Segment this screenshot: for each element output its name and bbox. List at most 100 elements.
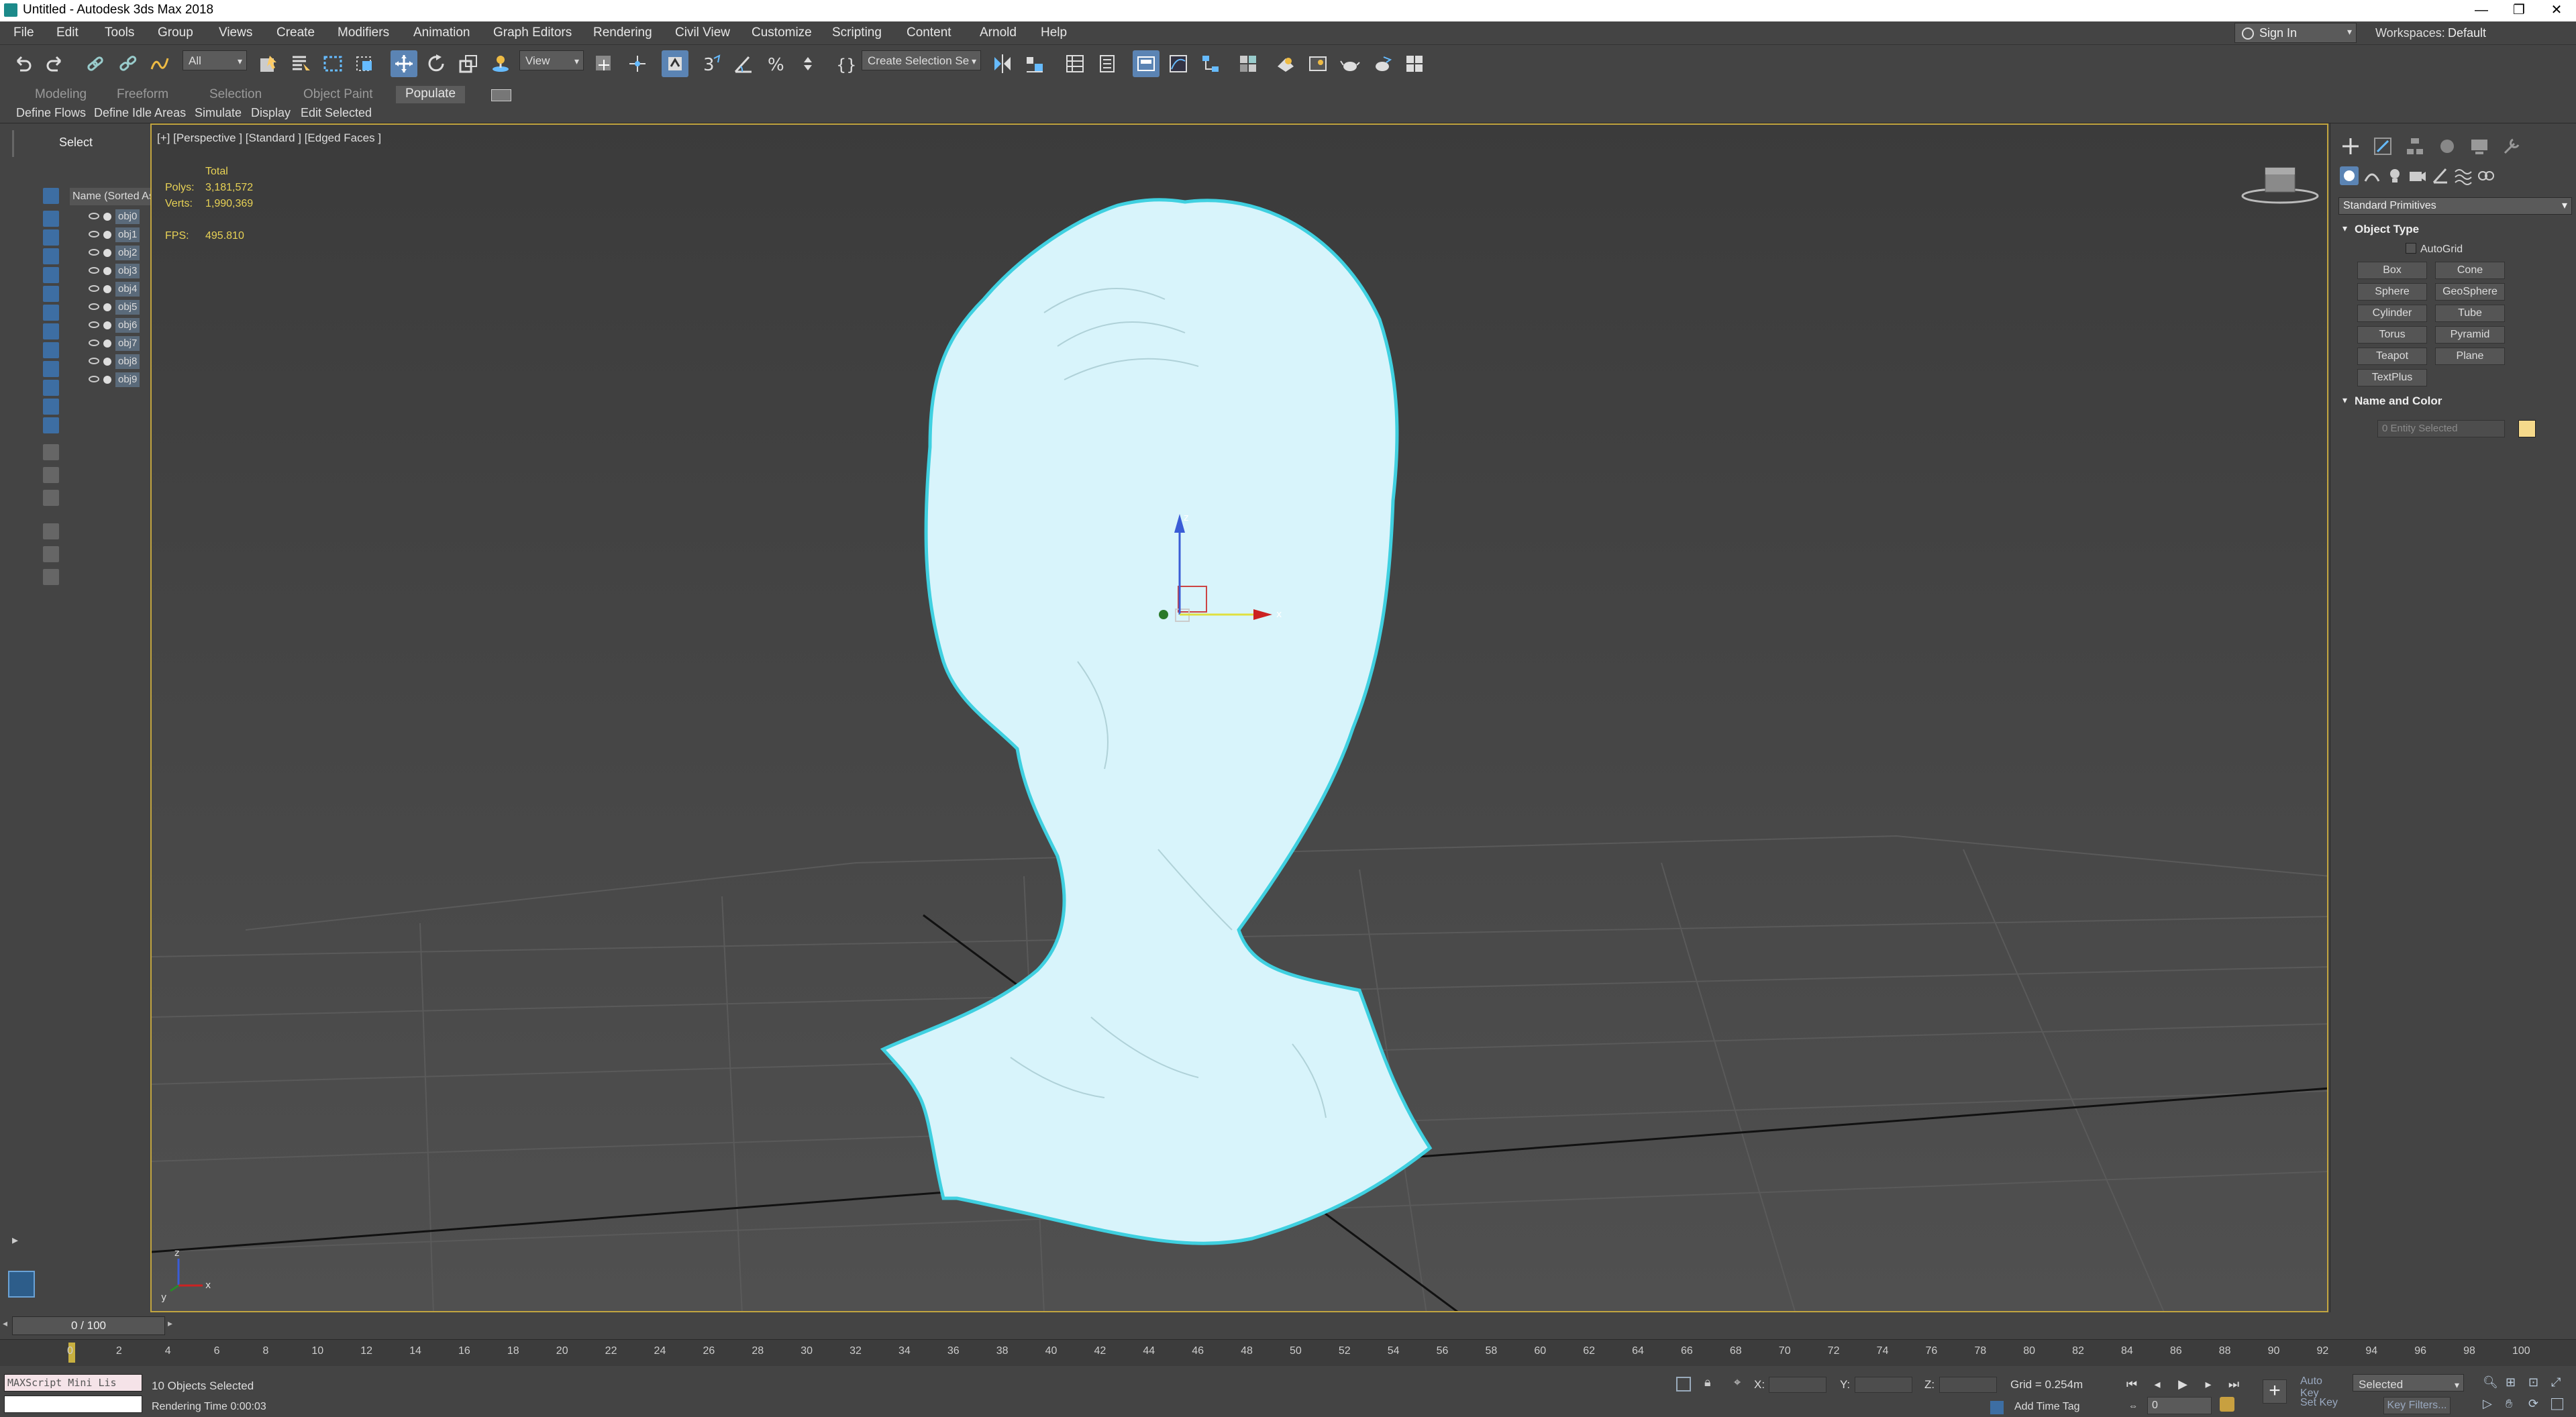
a360-gallery-button[interactable] <box>1401 50 1428 77</box>
filter-funnel-icon[interactable] <box>43 546 59 562</box>
containers-filter-icon[interactable] <box>43 380 59 396</box>
spinner-snap-button[interactable] <box>794 50 821 77</box>
next-frame-button[interactable]: ▸ <box>2200 1375 2217 1393</box>
x-coordinate-field[interactable] <box>1769 1377 1826 1393</box>
visibility-eye-icon[interactable] <box>89 358 99 364</box>
go-to-end-button[interactable]: ⏭ <box>2225 1375 2243 1393</box>
lights-filter-icon[interactable] <box>43 248 59 264</box>
selection-filter-dropdown[interactable]: All <box>183 50 247 71</box>
menu-views[interactable]: Views <box>219 25 252 40</box>
shapes-icon[interactable] <box>2363 166 2381 185</box>
lights-icon[interactable] <box>2385 166 2404 185</box>
visibility-eye-icon[interactable] <box>89 213 99 219</box>
primitive-category-dropdown[interactable]: Standard Primitives <box>2338 197 2572 215</box>
geosphere-button[interactable]: GeoSphere <box>2435 283 2505 301</box>
reference-coordinate-dropdown[interactable]: View <box>519 50 584 71</box>
unlink-button[interactable] <box>114 50 141 77</box>
render-setup-button[interactable] <box>1272 50 1299 77</box>
menu-tools[interactable]: Tools <box>105 25 134 40</box>
visibility-eye-icon[interactable] <box>89 321 99 328</box>
modify-tab-icon[interactable] <box>2372 136 2393 157</box>
menu-civil-view[interactable]: Civil View <box>675 25 730 40</box>
toggle-ribbon-button[interactable] <box>1133 50 1160 77</box>
key-mode-icon[interactable] <box>2220 1397 2234 1412</box>
textplus-button[interactable]: TextPlus <box>2357 369 2427 386</box>
visibility-eye-icon[interactable] <box>89 376 99 382</box>
simulate-button[interactable]: Simulate <box>195 106 242 120</box>
pyramid-button[interactable]: Pyramid <box>2435 326 2505 344</box>
menu-group[interactable]: Group <box>158 25 193 40</box>
zoom-extents-all-icon[interactable]: ⤢ <box>2551 1375 2561 1389</box>
select-object-button[interactable] <box>255 50 282 77</box>
play-button[interactable]: ▶ <box>2174 1375 2192 1393</box>
restore-button[interactable]: ❐ <box>2500 0 2538 21</box>
key-mode-dropdown[interactable]: Selected <box>2353 1374 2464 1395</box>
cylinder-button[interactable]: Cylinder <box>2357 305 2427 322</box>
previous-frame-button[interactable]: ◂ <box>2149 1375 2166 1393</box>
percent-snap-button[interactable]: % <box>762 50 789 77</box>
visibility-eye-icon[interactable] <box>89 249 99 256</box>
teapot-button[interactable]: Teapot <box>2357 348 2427 365</box>
groups-filter-icon[interactable] <box>43 323 59 339</box>
auto-key-button[interactable]: Auto Key <box>2300 1375 2343 1399</box>
material-editor-button[interactable] <box>1235 50 1261 77</box>
viewcube[interactable] <box>2240 162 2320 209</box>
set-key-button[interactable]: Set Key <box>2300 1397 2343 1414</box>
menu-scripting[interactable]: Scripting <box>832 25 882 40</box>
set-key-plus-icon[interactable]: + <box>2263 1379 2287 1404</box>
frozen-filter-icon[interactable] <box>43 399 59 415</box>
plane-button[interactable]: Plane <box>2435 348 2505 365</box>
object-name-field[interactable]: 0 Entity Selected <box>2377 420 2505 437</box>
edit-named-selection-button[interactable]: {} <box>832 50 859 77</box>
key-filters-button[interactable]: Key Filters... <box>2383 1397 2451 1414</box>
named-selection-dropdown[interactable]: Create Selection Se <box>862 50 981 71</box>
tab-freeform[interactable]: Freeform <box>117 87 168 102</box>
tab-selection[interactable]: Selection <box>209 87 262 102</box>
define-idle-areas-button[interactable]: Define Idle Areas <box>94 106 186 120</box>
app-icon[interactable] <box>4 3 17 17</box>
box-button[interactable]: Box <box>2357 262 2427 279</box>
visibility-eye-icon[interactable] <box>89 285 99 292</box>
hierarchy-tab-icon[interactable] <box>2404 136 2426 157</box>
pan-view-icon[interactable]: ✋︎ <box>2506 1397 2512 1411</box>
bind-space-warp-button[interactable] <box>146 50 173 77</box>
undo-button[interactable] <box>9 50 36 77</box>
menu-arnold[interactable]: Arnold <box>980 25 1017 40</box>
scene-explorer-toggle-button[interactable] <box>1062 50 1088 77</box>
hidden-filter-icon[interactable] <box>43 417 59 433</box>
viewport-label-menu[interactable]: [+] [Perspective ] [Standard ] [Edged Fa… <box>157 132 381 145</box>
name-column-header[interactable]: Name (Sorted Ascending) <box>70 188 150 205</box>
display-tab-icon[interactable] <box>2469 136 2490 157</box>
invert-display-icon[interactable] <box>43 490 59 506</box>
display-none-toggle-icon[interactable] <box>43 467 59 483</box>
time-configuration-icon[interactable]: ⇔ <box>2124 1397 2142 1414</box>
display-none-icon[interactable] <box>43 188 59 204</box>
select-and-rotate-button[interactable] <box>423 50 450 77</box>
layer-explorer-button[interactable] <box>1094 50 1121 77</box>
go-to-start-button[interactable]: ⏮ <box>2123 1375 2141 1393</box>
geometry-filter-icon[interactable] <box>43 211 59 227</box>
name-and-color-rollout-header[interactable]: Name and Color <box>2338 393 2572 411</box>
transform-mode-icon[interactable]: ⌖ <box>1734 1375 1741 1389</box>
y-coordinate-field[interactable] <box>1855 1377 1912 1393</box>
tube-button[interactable]: Tube <box>2435 305 2505 322</box>
select-and-move-button[interactable] <box>391 50 417 77</box>
tab-populate[interactable]: Populate <box>396 86 466 103</box>
perspective-viewport[interactable]: z x x z y [+] [Perspective ] [Standard ]… <box>150 123 2328 1312</box>
autogrid-checkbox[interactable]: AutoGrid <box>2406 243 2463 256</box>
helpers-icon[interactable] <box>2431 166 2450 185</box>
space-warps-icon[interactable] <box>2454 166 2473 185</box>
head-mesh[interactable] <box>880 198 1433 1245</box>
expand-arrow-icon[interactable]: ▸ <box>12 1233 18 1247</box>
z-coordinate-field[interactable] <box>1939 1377 1997 1393</box>
zoom-extents-icon[interactable]: ⊡ <box>2528 1375 2538 1389</box>
helpers-filter-icon[interactable] <box>43 286 59 302</box>
visibility-eye-icon[interactable] <box>89 231 99 238</box>
isolate-selection-icon[interactable] <box>1676 1377 1691 1392</box>
visibility-eye-icon[interactable] <box>89 339 99 346</box>
time-slider[interactable]: 0 / 100 <box>12 1316 165 1335</box>
rectangular-selection-button[interactable] <box>319 50 346 77</box>
menu-create[interactable]: Create <box>276 25 315 40</box>
window-crossing-button[interactable] <box>352 50 378 77</box>
curve-editor-button[interactable] <box>1165 50 1192 77</box>
